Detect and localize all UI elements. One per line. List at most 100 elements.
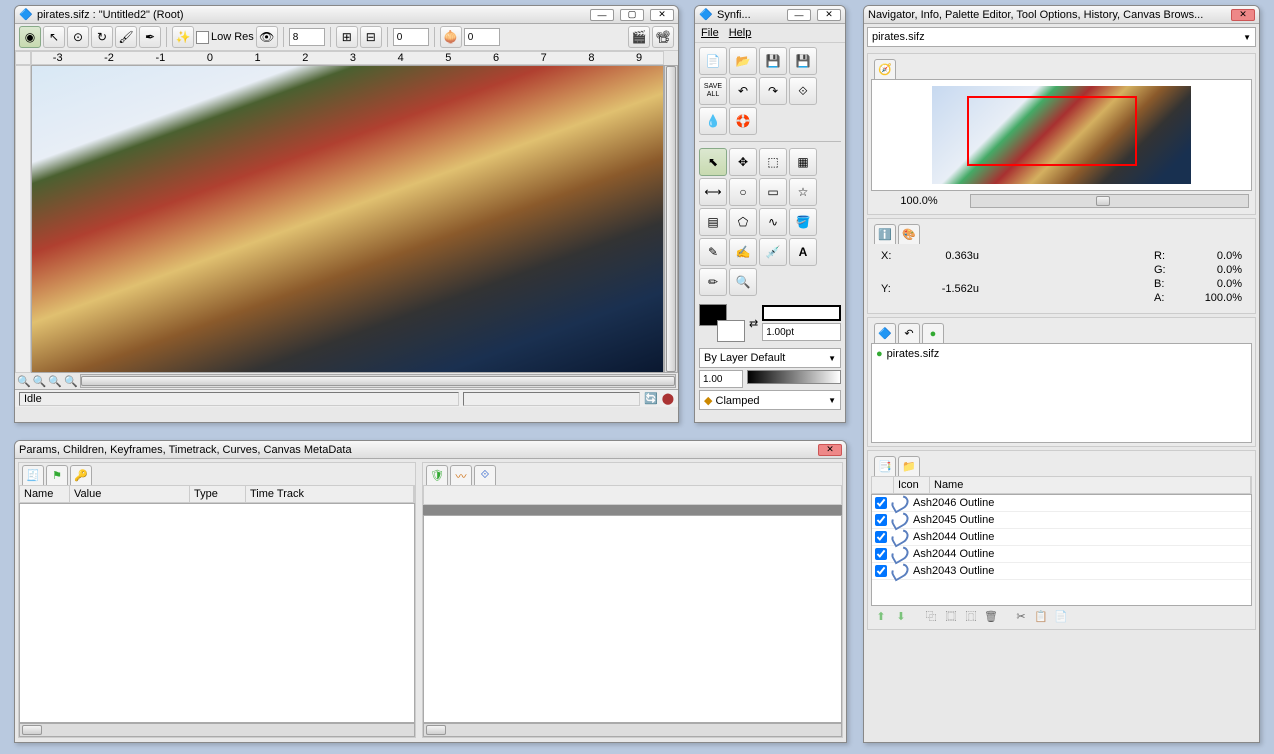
layer-down-icon[interactable]: ⬇	[893, 608, 909, 624]
save-all-button[interactable]: SAVE ALL	[699, 77, 727, 105]
file-combo[interactable]: pirates.sifz▼	[867, 27, 1256, 47]
navigator-viewport-box[interactable]	[967, 96, 1137, 166]
children-tab-icon[interactable]: ⚑	[46, 465, 68, 485]
fill-tool-icon[interactable]: 🪣	[789, 208, 817, 236]
tool-eye[interactable]: 👁	[256, 26, 278, 48]
timetrack-area[interactable]	[423, 515, 842, 723]
layer-copy-icon[interactable]: 📋	[1033, 608, 1049, 624]
bline-tool-icon[interactable]: ∿	[759, 208, 787, 236]
tool-pen[interactable]: ✒	[139, 26, 161, 48]
save-as-icon[interactable]: 💾	[789, 47, 817, 75]
spin-onion[interactable]: 0	[464, 28, 500, 46]
timetrack-ruler[interactable]	[423, 505, 842, 515]
open-file-icon[interactable]: 📂	[729, 47, 757, 75]
canvas-tree-item[interactable]: ● pirates.sifz	[876, 348, 1247, 360]
scale-tool-icon[interactable]: ⬚	[759, 148, 787, 176]
rectangle-tool-icon[interactable]: ▭	[759, 178, 787, 206]
params-titlebar[interactable]: Params, Children, Keyframes, Timetrack, …	[15, 441, 846, 459]
tool-circle2[interactable]: ⊙	[67, 26, 89, 48]
canvas-tab-icon[interactable]: 🔷	[874, 323, 896, 343]
zoom-slider[interactable]	[970, 194, 1249, 208]
menu-file[interactable]: File	[701, 27, 719, 39]
sketch-tool-icon[interactable]: ✍	[729, 238, 757, 266]
toolbox-titlebar[interactable]: 🔷 Synfi... ― ✕	[695, 6, 845, 24]
polygon-tool-icon[interactable]: ⬠	[729, 208, 757, 236]
lowres-checkbox[interactable]	[196, 31, 209, 44]
layer-group-icon[interactable]: ⿴	[943, 608, 959, 624]
grid-icon[interactable]: ⊞	[336, 26, 358, 48]
layer-row[interactable]: Ash2044 Outline	[872, 529, 1251, 546]
layer-visible-checkbox[interactable]	[875, 531, 887, 543]
maximize-button[interactable]: ▢	[620, 9, 644, 21]
timetrack-tab-icon[interactable]: 🛡	[426, 465, 448, 485]
tool-arrow[interactable]: ↖	[43, 26, 65, 48]
params-tab-icon[interactable]: 🧾	[22, 465, 44, 485]
render-icon[interactable]: 🎬	[628, 26, 650, 48]
text-tool-icon[interactable]: A	[789, 238, 817, 266]
keyframes-tab-icon[interactable]: 🔑	[70, 465, 92, 485]
spin-frame[interactable]: 0	[393, 28, 429, 46]
canvas-titlebar[interactable]: 🔷 pirates.sifz : "Untitled2" (Root) ― ▢ …	[15, 6, 678, 24]
circle-tool-icon[interactable]: ○	[729, 178, 757, 206]
layer-duplicate-icon[interactable]: ⿻	[923, 608, 939, 624]
close-button[interactable]: ✕	[817, 9, 841, 21]
swap-colors-icon[interactable]: ⇄	[749, 317, 758, 330]
eyedrop-tool-icon[interactable]: 💉	[759, 238, 787, 266]
blend-mode-dropdown[interactable]: By Layer Default▼	[699, 348, 841, 368]
minimize-button[interactable]: ―	[787, 9, 811, 21]
curves-tab-icon[interactable]: 〰	[450, 465, 472, 485]
gradient-tool-icon[interactable]: ▤	[699, 208, 727, 236]
draw-tool-icon[interactable]: ✎	[699, 238, 727, 266]
refresh-icon[interactable]: 🔄	[644, 392, 658, 405]
navigator-tab-icon[interactable]: 🧭	[874, 59, 896, 79]
spin-quality[interactable]: 8	[289, 28, 325, 46]
stroke-preview[interactable]	[762, 305, 841, 321]
opacity-input[interactable]: 1.00	[699, 370, 743, 388]
layer-list[interactable]: Ash2046 OutlineAsh2045 OutlineAsh2044 Ou…	[871, 494, 1252, 606]
canvas-hscroll[interactable]	[80, 374, 676, 388]
history-tab-icon[interactable]: ↶	[898, 323, 920, 343]
gradient-preview[interactable]	[747, 370, 841, 384]
layer-visible-checkbox[interactable]	[875, 548, 887, 560]
close-button[interactable]: ✕	[818, 444, 842, 456]
info-tab-icon[interactable]: ℹ️	[874, 224, 896, 244]
layer-visible-checkbox[interactable]	[875, 497, 887, 509]
interpolation-dropdown[interactable]: ◆ Clamped▼	[699, 390, 841, 410]
canvas-vscroll[interactable]	[664, 65, 678, 373]
preview-icon[interactable]: 📽	[652, 26, 674, 48]
close-button[interactable]: ✕	[650, 9, 674, 21]
zoom-tool-icon[interactable]: 🔍	[729, 268, 757, 296]
zoom-fit-icon[interactable]: 🔍	[64, 375, 78, 388]
new-file-icon[interactable]: 📄	[699, 47, 727, 75]
snap-icon[interactable]: ⊟	[360, 26, 382, 48]
tool-wand[interactable]: ✨	[172, 26, 194, 48]
groups-tab-icon[interactable]: 📁	[898, 456, 920, 476]
layer-row[interactable]: Ash2044 Outline	[872, 546, 1251, 563]
layer-row[interactable]: Ash2046 Outline	[872, 495, 1251, 512]
timetrack-hscroll[interactable]	[423, 723, 842, 737]
layer-visible-checkbox[interactable]	[875, 514, 887, 526]
zoom-in-icon[interactable]: 🔍	[48, 375, 62, 388]
canvas-viewport[interactable]	[31, 65, 664, 373]
layer-visible-checkbox[interactable]	[875, 565, 887, 577]
zoom-100-icon[interactable]: 🔍	[33, 375, 47, 388]
right-titlebar[interactable]: Navigator, Info, Palette Editor, Tool Op…	[864, 6, 1259, 24]
stroke-width-input[interactable]: 1.00pt	[762, 323, 841, 341]
navigator-preview[interactable]	[932, 86, 1191, 184]
params-list[interactable]	[19, 503, 415, 723]
onion-icon[interactable]: 🧅	[440, 26, 462, 48]
params-hscroll[interactable]	[19, 723, 415, 737]
undo-icon[interactable]: ↶	[729, 77, 757, 105]
layer-delete-icon[interactable]: 🗑	[983, 608, 999, 624]
stop-icon[interactable]: ⬤	[662, 392, 674, 405]
background-color[interactable]	[717, 320, 745, 342]
layer-up-icon[interactable]: ⬆	[873, 608, 889, 624]
layer-row[interactable]: Ash2045 Outline	[872, 512, 1251, 529]
zoom-out-icon[interactable]: 🔍	[17, 375, 31, 388]
tool-a-icon[interactable]: ⟐	[789, 77, 817, 105]
save-icon[interactable]: 💾	[759, 47, 787, 75]
drop-icon[interactable]: 💧	[699, 107, 727, 135]
width-tool-icon[interactable]: ✏	[699, 268, 727, 296]
menu-help[interactable]: Help	[729, 27, 752, 39]
minimize-button[interactable]: ―	[590, 9, 614, 21]
